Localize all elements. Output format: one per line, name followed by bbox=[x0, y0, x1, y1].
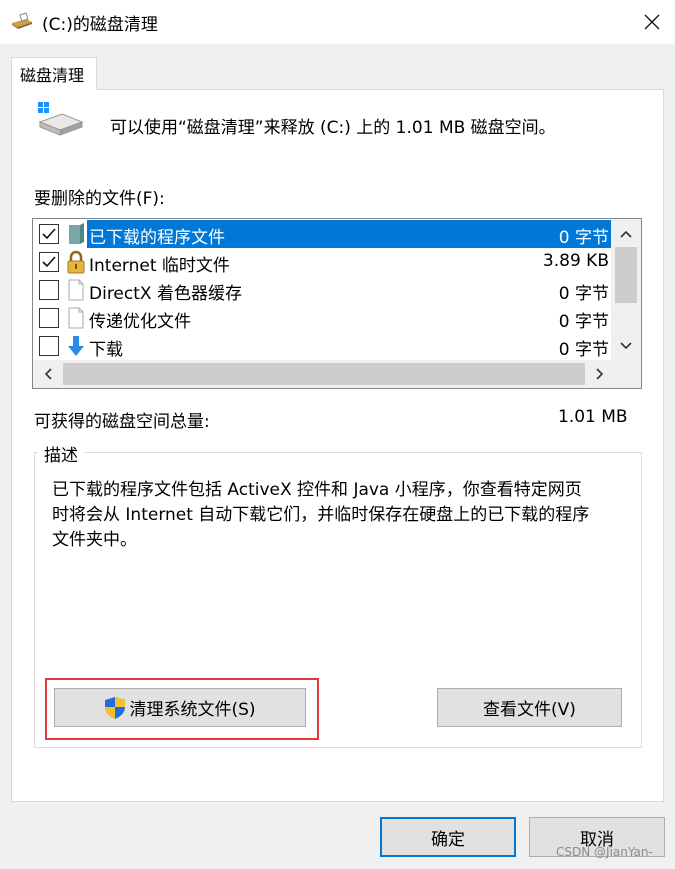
chevron-left-icon bbox=[44, 368, 52, 380]
view-files-button[interactable]: 查看文件(V) bbox=[437, 688, 622, 727]
horizontal-scroll-thumb[interactable] bbox=[63, 363, 585, 385]
list-item[interactable]: DirectX 着色器缓存 0 字节 bbox=[33, 276, 611, 304]
checkbox[interactable] bbox=[39, 252, 59, 272]
vertical-scroll-thumb[interactable] bbox=[615, 247, 637, 303]
checkbox[interactable] bbox=[39, 280, 59, 300]
disk-cleanup-icon bbox=[10, 11, 34, 31]
clean-system-files-button[interactable]: 清理系统文件(S) bbox=[54, 688, 306, 727]
horizontal-scrollbar[interactable] bbox=[33, 360, 641, 388]
vertical-scrollbar[interactable] bbox=[611, 219, 641, 360]
close-icon bbox=[644, 14, 659, 30]
scroll-left-button[interactable] bbox=[34, 360, 62, 388]
drive-icon bbox=[36, 100, 84, 136]
file-name: 传递优化文件 bbox=[89, 312, 191, 332]
total-space-label: 可获得的磁盘空间总量: bbox=[34, 412, 210, 432]
description-line: 已下载的程序文件包括 ActiveX 控件和 Java 小程序，你查看特定网页 bbox=[52, 480, 582, 500]
file-icon bbox=[66, 306, 86, 330]
scroll-up-button[interactable] bbox=[612, 220, 640, 248]
chevron-up-icon bbox=[620, 230, 632, 238]
uac-shield-icon bbox=[105, 696, 126, 719]
checkmark-icon bbox=[42, 228, 56, 240]
checkmark-icon bbox=[42, 256, 56, 268]
ok-label: 确定 bbox=[431, 829, 465, 850]
file-name: DirectX 着色器缓存 bbox=[89, 284, 242, 304]
file-name: 已下载的程序文件 bbox=[89, 228, 225, 248]
title-bar: (C:)的磁盘清理 bbox=[0, 0, 675, 44]
files-to-delete-label: 要删除的文件(F): bbox=[34, 189, 165, 209]
description-line: 文件夹中。 bbox=[52, 530, 137, 550]
file-list[interactable]: 已下载的程序文件 0 字节 Internet 临时文件 3.89 KB Dire… bbox=[32, 218, 642, 389]
chevron-down-icon bbox=[620, 342, 632, 350]
file-size: 0 字节 bbox=[558, 312, 609, 332]
ok-button[interactable]: 确定 bbox=[380, 817, 516, 857]
file-size: 0 字节 bbox=[558, 228, 609, 248]
list-item[interactable]: Internet 临时文件 3.89 KB bbox=[33, 248, 611, 276]
clean-system-files-label: 清理系统文件(S) bbox=[129, 700, 256, 720]
checkbox[interactable] bbox=[39, 224, 59, 244]
lock-icon bbox=[66, 250, 86, 274]
folder-icon bbox=[66, 222, 86, 246]
tab-label: 磁盘清理 bbox=[20, 66, 85, 85]
list-item[interactable]: 下载 0 字节 bbox=[33, 332, 611, 360]
download-arrow-icon bbox=[66, 334, 86, 358]
watermark: CSDN @JianYan- bbox=[556, 845, 653, 859]
list-item[interactable]: 传递优化文件 0 字节 bbox=[33, 304, 611, 332]
tab-disk-cleanup[interactable]: 磁盘清理 bbox=[11, 57, 97, 90]
file-name: 下载 bbox=[89, 340, 123, 360]
file-icon bbox=[66, 278, 86, 302]
file-name: Internet 临时文件 bbox=[89, 256, 230, 276]
file-size: 0 字节 bbox=[558, 340, 609, 360]
total-space-value: 1.01 MB bbox=[558, 407, 628, 427]
chevron-right-icon bbox=[596, 368, 604, 380]
description-line: 时将会从 Internet 自动下载它们，并临时保存在硬盘上的已下载的程序 bbox=[52, 505, 590, 525]
list-item[interactable]: 已下载的程序文件 0 字节 bbox=[33, 220, 611, 248]
intro-text: 可以使用“磁盘清理”来释放 (C:) 上的 1.01 MB 磁盘空间。 bbox=[110, 118, 556, 138]
scroll-right-button[interactable] bbox=[586, 360, 614, 388]
view-files-label: 查看文件(V) bbox=[483, 700, 576, 720]
window-title: (C:)的磁盘清理 bbox=[42, 15, 158, 35]
file-size: 0 字节 bbox=[558, 284, 609, 304]
file-size: 3.89 KB bbox=[542, 251, 609, 271]
checkbox[interactable] bbox=[39, 308, 59, 328]
description-text: 已下载的程序文件包括 ActiveX 控件和 Java 小程序，你查看特定网页 … bbox=[52, 478, 632, 553]
description-label: 描述 bbox=[38, 441, 84, 466]
scroll-down-button[interactable] bbox=[612, 332, 640, 360]
close-button[interactable] bbox=[628, 0, 675, 44]
checkbox[interactable] bbox=[39, 336, 59, 356]
